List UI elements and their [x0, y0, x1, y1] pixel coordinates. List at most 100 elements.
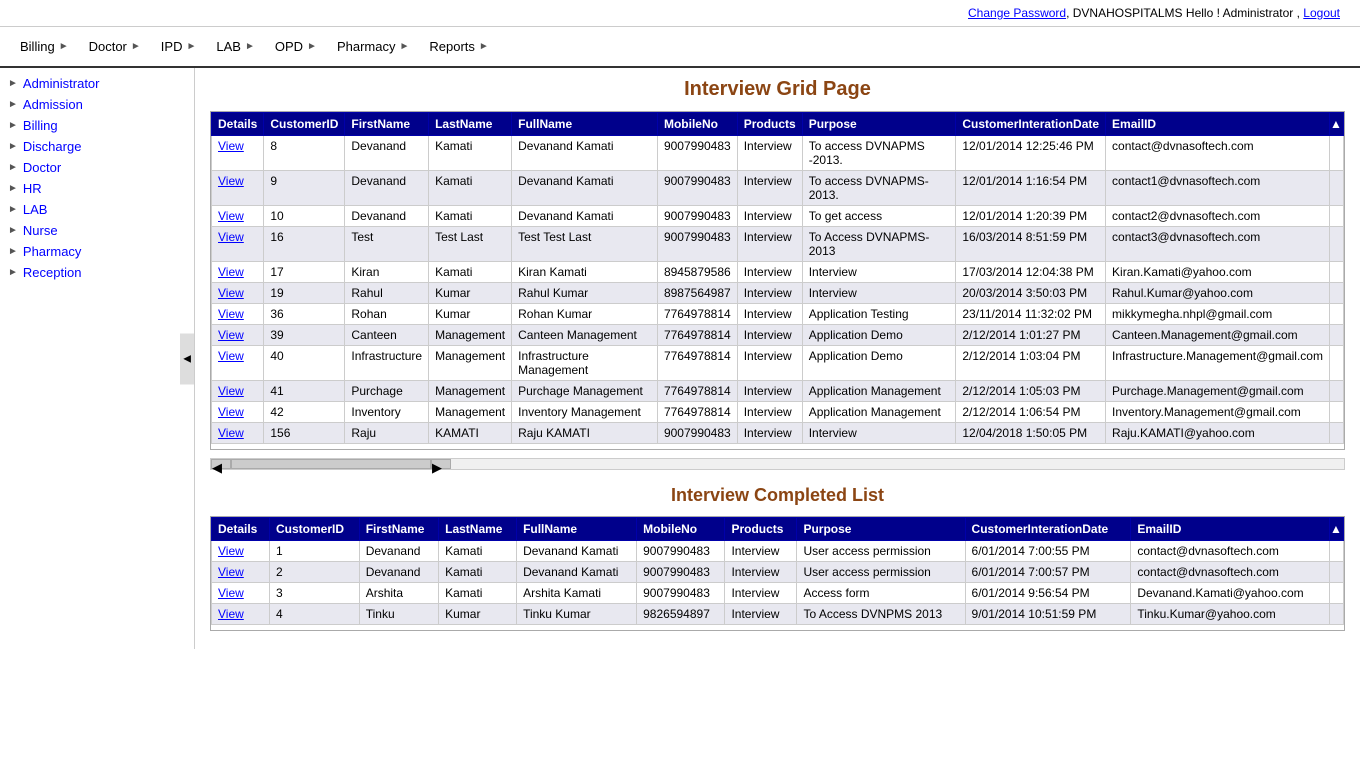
row-details[interactable]: View: [212, 604, 270, 625]
row-lastname: Kumar: [439, 604, 517, 625]
row-lastname: Test Last: [429, 227, 512, 262]
row-customerid: 10: [264, 206, 345, 227]
nav-lab[interactable]: LAB ►: [206, 35, 264, 58]
row-mobileno: 9826594897: [637, 604, 725, 625]
row-mobileno: 9007990483: [637, 562, 725, 583]
sidebar-item-reception[interactable]: ► Reception: [0, 262, 194, 283]
row-firstname: Devanand: [345, 136, 429, 171]
row-date: 20/03/2014 3:50:03 PM: [956, 283, 1106, 304]
row-mobileno: 7764978814: [657, 325, 737, 346]
row-purpose: To access DVNAPMS-2013.: [802, 171, 956, 206]
row-mobileno: 7764978814: [657, 346, 737, 381]
row-firstname: Test: [345, 227, 429, 262]
row-details[interactable]: View: [212, 541, 270, 562]
table-row: View 156 Raju KAMATI Raju KAMATI 9007990…: [212, 423, 1344, 444]
nav-billing[interactable]: Billing ►: [10, 35, 79, 58]
grid-horizontal-scrollbar[interactable]: ◀ ▶: [210, 458, 1345, 470]
row-customerid: 9: [264, 171, 345, 206]
table-row: View 42 Inventory Management Inventory M…: [212, 402, 1344, 423]
row-products: Interview: [737, 346, 802, 381]
row-email: Inventory.Management@gmail.com: [1106, 402, 1330, 423]
bullet-icon: ►: [8, 162, 18, 173]
row-purpose: User access permission: [797, 562, 965, 583]
row-fullname: Test Test Last: [512, 227, 658, 262]
col-products: Products: [737, 113, 802, 136]
nav-doctor[interactable]: Doctor ►: [79, 35, 151, 58]
sidebar-collapse-toggle[interactable]: ◀: [180, 333, 194, 384]
row-details[interactable]: View: [212, 262, 264, 283]
sidebar-item-billing[interactable]: ► Billing: [0, 115, 194, 136]
sidebar-item-lab[interactable]: ► LAB: [0, 199, 194, 220]
row-fullname: Rahul Kumar: [512, 283, 658, 304]
sidebar-item-admission[interactable]: ► Admission: [0, 94, 194, 115]
row-details[interactable]: View: [212, 171, 264, 206]
row-products: Interview: [737, 325, 802, 346]
row-customerid: 4: [269, 604, 359, 625]
row-lastname: Management: [429, 325, 512, 346]
row-email: contact3@dvnasoftech.com: [1106, 227, 1330, 262]
col-email: EmailID: [1106, 113, 1330, 136]
row-mobileno: 9007990483: [657, 171, 737, 206]
row-purpose: To Access DVNPMS 2013: [797, 604, 965, 625]
row-fullname: Infrastructure Management: [512, 346, 658, 381]
nav-ipd-arrow: ►: [186, 41, 196, 52]
row-lastname: Kamati: [429, 262, 512, 283]
row-lastname: Management: [429, 381, 512, 402]
row-lastname: Kamati: [429, 206, 512, 227]
nav-opd[interactable]: OPD ►: [265, 35, 327, 58]
col-details: Details: [212, 113, 264, 136]
scroll-left-btn[interactable]: ◀: [211, 459, 231, 469]
bullet-icon: ►: [8, 120, 18, 131]
row-purpose: Interview: [802, 423, 956, 444]
sidebar-item-hr[interactable]: ► HR: [0, 178, 194, 199]
grid-table-wrapper: Details CustomerID FirstName LastName Fu…: [210, 111, 1345, 450]
scroll-thumb[interactable]: [231, 459, 431, 469]
change-password-link[interactable]: Change Password: [968, 6, 1066, 20]
row-firstname: Infrastructure: [345, 346, 429, 381]
row-details[interactable]: View: [212, 346, 264, 381]
row-details[interactable]: View: [212, 136, 264, 171]
nav-reports-arrow: ►: [479, 41, 489, 52]
row-details[interactable]: View: [212, 304, 264, 325]
row-products: Interview: [725, 562, 797, 583]
nav-ipd[interactable]: IPD ►: [151, 35, 207, 58]
sidebar-item-discharge[interactable]: ► Discharge: [0, 136, 194, 157]
row-fullname: Purchage Management: [512, 381, 658, 402]
nav-pharmacy[interactable]: Pharmacy ►: [327, 35, 419, 58]
row-details[interactable]: View: [212, 206, 264, 227]
scroll-up-btn[interactable]: ▲: [1330, 113, 1344, 136]
row-details[interactable]: View: [212, 562, 270, 583]
row-details[interactable]: View: [212, 325, 264, 346]
table-row: View 4 Tinku Kumar Tinku Kumar 982659489…: [212, 604, 1344, 625]
row-products: Interview: [737, 136, 802, 171]
row-date: 2/12/2014 1:05:03 PM: [956, 381, 1106, 402]
row-lastname: Kamati: [439, 541, 517, 562]
nav-reports[interactable]: Reports ►: [419, 35, 498, 58]
row-lastname: Kumar: [429, 283, 512, 304]
row-details[interactable]: View: [212, 381, 264, 402]
row-details[interactable]: View: [212, 423, 264, 444]
row-customerid: 36: [264, 304, 345, 325]
row-details[interactable]: View: [212, 227, 264, 262]
row-firstname: Canteen: [345, 325, 429, 346]
row-fullname: Tinku Kumar: [517, 604, 637, 625]
row-purpose: Application Demo: [802, 325, 956, 346]
row-customerid: 41: [264, 381, 345, 402]
sidebar-item-doctor[interactable]: ► Doctor: [0, 157, 194, 178]
sidebar-item-pharmacy[interactable]: ► Pharmacy: [0, 241, 194, 262]
sidebar-item-administrator[interactable]: ► Administrator: [0, 73, 194, 94]
sidebar-item-nurse[interactable]: ► Nurse: [0, 220, 194, 241]
row-details[interactable]: View: [212, 402, 264, 423]
row-products: Interview: [737, 171, 802, 206]
logout-link[interactable]: Logout: [1303, 6, 1340, 20]
row-scroll: [1330, 283, 1344, 304]
row-customerid: 2: [269, 562, 359, 583]
comp-col-customerid: CustomerID: [269, 518, 359, 541]
bullet-icon: ►: [8, 141, 18, 152]
row-products: Interview: [725, 541, 797, 562]
row-details[interactable]: View: [212, 283, 264, 304]
comp-scroll-up-btn[interactable]: ▲: [1330, 518, 1344, 541]
scroll-right-btn[interactable]: ▶: [431, 459, 451, 469]
row-fullname: Rohan Kumar: [512, 304, 658, 325]
row-details[interactable]: View: [212, 583, 270, 604]
